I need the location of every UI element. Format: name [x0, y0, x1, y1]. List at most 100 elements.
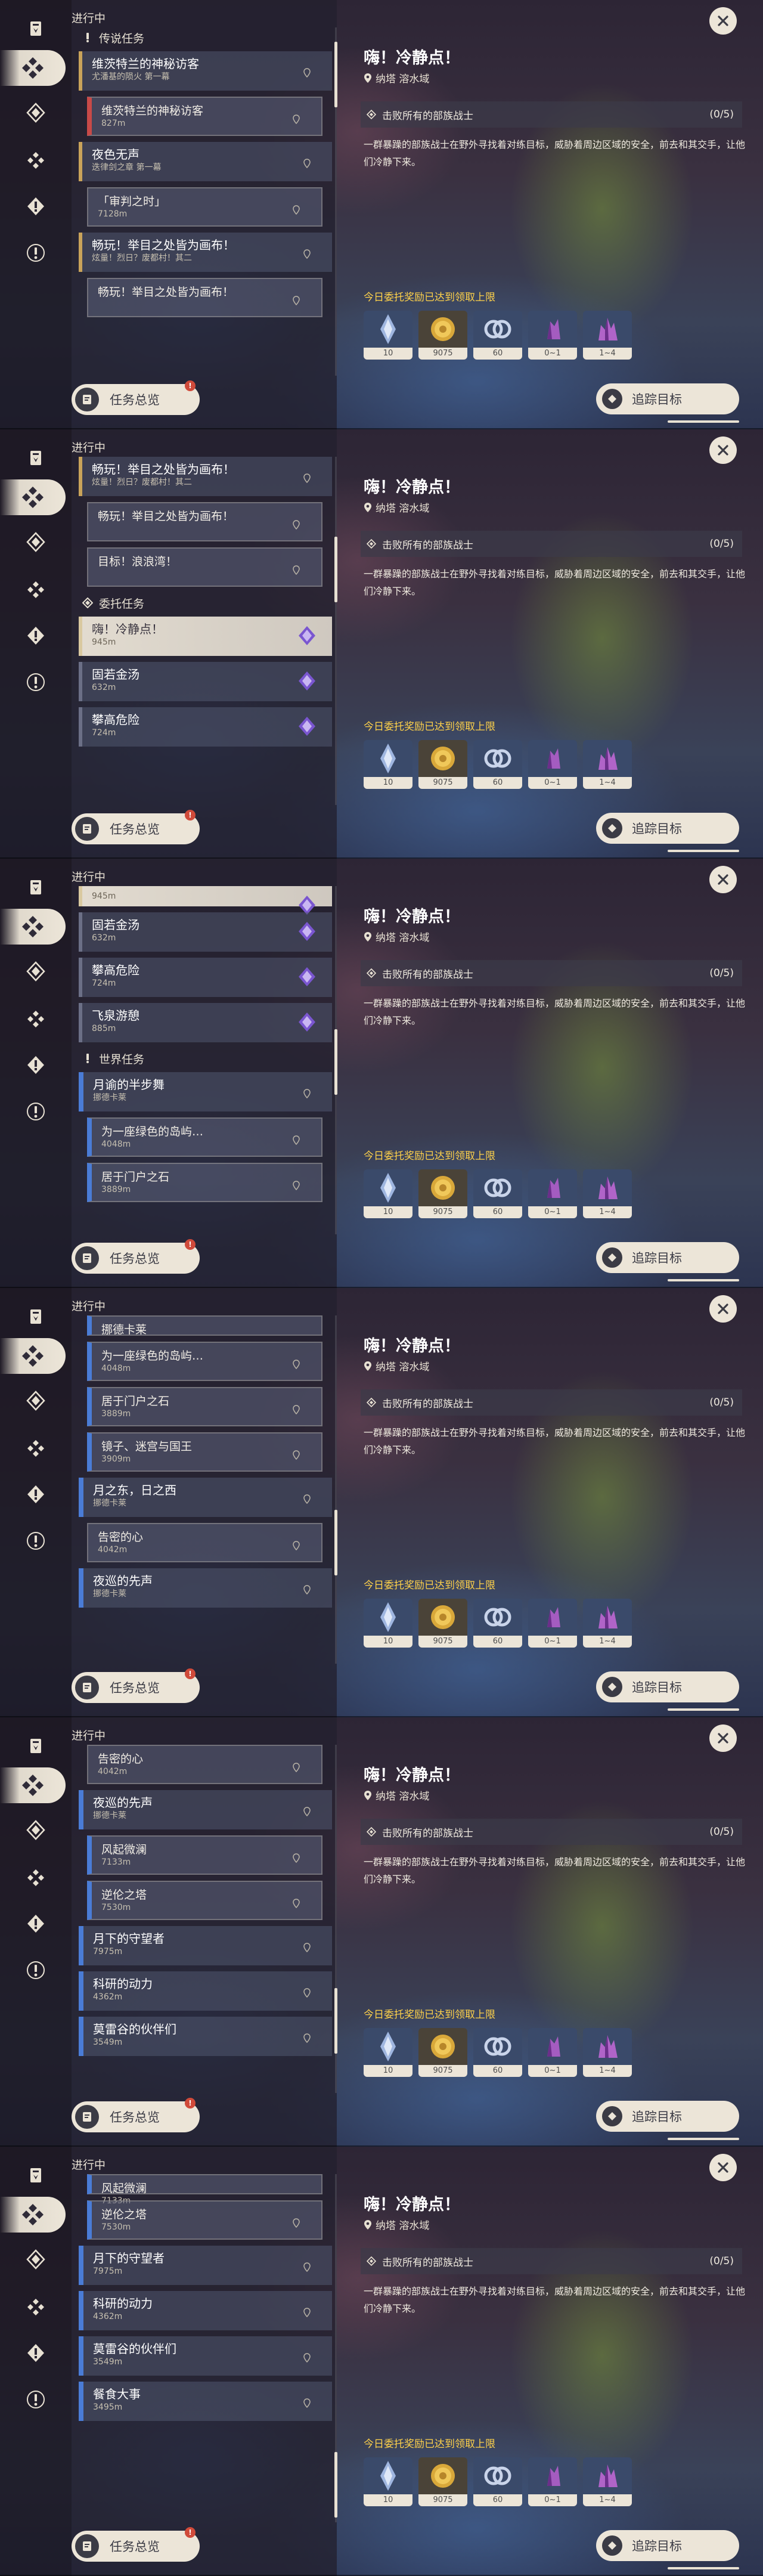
- reward-item[interactable]: 0~1: [528, 740, 577, 789]
- quest-step-item[interactable]: 居于门户之石 3889m: [87, 1163, 322, 1202]
- list-scroll-thumb[interactable]: [334, 537, 337, 603]
- list-scroll-thumb[interactable]: [334, 1029, 337, 1095]
- close-button[interactable]: [709, 1724, 737, 1752]
- list-scrollbar[interactable]: [335, 1315, 337, 1664]
- quest-item[interactable]: 莫雷谷的伙伴们 3549m: [79, 2336, 332, 2376]
- quest-overview-button[interactable]: 任务总览: [72, 2531, 200, 2562]
- reward-item[interactable]: 9075: [418, 2028, 467, 2077]
- quest-list[interactable]: 945m 固若金汤 632m 攀高危险 724m 飞泉游憩 885m 世界任务 月谕的半步舞 挪德…: [72, 886, 337, 1234]
- quest-step-item[interactable]: 告密的心 4042m: [87, 1745, 322, 1784]
- reward-item[interactable]: 10: [364, 2028, 412, 2077]
- reward-item[interactable]: 1~4: [583, 1169, 632, 1218]
- reward-item[interactable]: 10: [364, 1599, 412, 1648]
- quest-item[interactable]: 夜色无声 迭律剑之章 第一幕: [79, 142, 332, 181]
- reward-item[interactable]: 0~1: [528, 311, 577, 360]
- track-target-button[interactable]: 追踪目标: [596, 383, 739, 414]
- rail-story-button[interactable]: [21, 1480, 50, 1509]
- quest-item[interactable]: 莫雷谷的伙伴们 3549m: [79, 2017, 332, 2056]
- close-button[interactable]: [709, 7, 737, 35]
- reward-item[interactable]: 60: [473, 2457, 522, 2506]
- close-button[interactable]: [709, 1295, 737, 1323]
- reward-item[interactable]: 10: [364, 311, 412, 360]
- rail-commission-button[interactable]: [21, 1816, 50, 1844]
- rail-world-button[interactable]: [21, 239, 50, 267]
- rail-all-quests-button[interactable]: [21, 2161, 50, 2190]
- close-button[interactable]: [709, 2154, 737, 2181]
- rail-all-quests-button[interactable]: [21, 1732, 50, 1760]
- quest-step-item[interactable]: 畅玩！举目之处皆为画布！: [87, 278, 322, 317]
- list-scroll-thumb[interactable]: [334, 1988, 337, 2054]
- rail-all-button[interactable]: [0, 2197, 66, 2233]
- reward-item[interactable]: 10: [364, 2457, 412, 2506]
- rail-all-button[interactable]: [0, 1767, 66, 1803]
- quest-step-item[interactable]: 畅玩！举目之处皆为画布！: [87, 502, 322, 541]
- rail-commission-button[interactable]: [21, 1386, 50, 1415]
- reward-item[interactable]: 0~1: [528, 1599, 577, 1648]
- rail-world-button[interactable]: [21, 1956, 50, 1984]
- rail-world-button[interactable]: [21, 1527, 50, 1555]
- quest-item[interactable]: 月谕的半步舞 挪德卡莱: [79, 1072, 332, 1111]
- reward-item[interactable]: 60: [473, 740, 522, 789]
- list-scrollbar[interactable]: [335, 457, 337, 805]
- rail-commission-button[interactable]: [21, 957, 50, 986]
- quest-list[interactable]: 传说任务 维茨特兰的神秘访客 尤潘基的陨火 第一幕 维茨特兰的神秘访客 827m 夜色无声…: [72, 27, 337, 376]
- reward-item[interactable]: 60: [473, 2028, 522, 2077]
- close-button[interactable]: [709, 866, 737, 893]
- rail-story-button[interactable]: [21, 1051, 50, 1079]
- close-button[interactable]: [709, 436, 737, 464]
- rail-all-button[interactable]: [0, 909, 66, 945]
- quest-item[interactable]: 畅玩！举目之处皆为画布！ 炫量！烈日？废都村！其二: [79, 457, 332, 496]
- quest-item[interactable]: 夜巡的先声 挪德卡莱: [79, 1568, 332, 1608]
- quest-item[interactable]: 餐食大事 3495m: [79, 2382, 332, 2421]
- rail-all-quests-button[interactable]: [21, 444, 50, 472]
- quest-item[interactable]: 固若金汤 632m: [79, 912, 332, 952]
- reward-item[interactable]: 1~4: [583, 311, 632, 360]
- rail-daily-button[interactable]: [21, 1005, 50, 1033]
- rail-all-button[interactable]: [0, 479, 66, 515]
- rail-daily-button[interactable]: [21, 2293, 50, 2321]
- rail-daily-button[interactable]: [21, 1434, 50, 1463]
- quest-overview-button[interactable]: 任务总览: [72, 1672, 200, 1703]
- reward-item[interactable]: 1~4: [583, 2028, 632, 2077]
- reward-item[interactable]: 9075: [418, 740, 467, 789]
- quest-item[interactable]: 月下的守望者 7975m: [79, 1926, 332, 1965]
- reward-item[interactable]: 60: [473, 1169, 522, 1218]
- rail-commission-button[interactable]: [21, 98, 50, 127]
- rail-all-quests-button[interactable]: [21, 873, 50, 902]
- quest-item[interactable]: 飞泉游憩 885m: [79, 1003, 332, 1042]
- track-target-button[interactable]: 追踪目标: [596, 1242, 739, 1273]
- quest-item[interactable]: 攀高危险 724m: [79, 707, 332, 747]
- rail-world-button[interactable]: [21, 2385, 50, 2414]
- quest-overview-button[interactable]: 任务总览: [72, 813, 200, 844]
- reward-item[interactable]: 9075: [418, 2457, 467, 2506]
- quest-step-item[interactable]: 逆伦之塔 7530m: [87, 1881, 322, 1920]
- reward-item[interactable]: 0~1: [528, 2028, 577, 2077]
- quest-step-item[interactable]: 为一座绿色的岛屿… 4048m: [87, 1342, 322, 1381]
- quest-step-item[interactable]: 风起微澜7133m: [87, 2174, 322, 2206]
- quest-item[interactable]: 维茨特兰的神秘访客 尤潘基的陨火 第一幕: [79, 51, 332, 91]
- quest-item[interactable]: 月下的守望者 7975m: [79, 2246, 332, 2285]
- reward-item[interactable]: 1~4: [583, 740, 632, 789]
- quest-step-item[interactable]: 告密的心 4042m: [87, 1523, 322, 1562]
- rail-world-button[interactable]: [21, 668, 50, 696]
- track-target-button[interactable]: 追踪目标: [596, 1671, 739, 1702]
- reward-item[interactable]: 10: [364, 1169, 412, 1218]
- reward-item[interactable]: 9075: [418, 1169, 467, 1218]
- reward-item[interactable]: 9075: [418, 311, 467, 360]
- quest-item[interactable]: 夜巡的先声 挪德卡莱: [79, 1790, 332, 1829]
- rail-all-quests-button[interactable]: [21, 14, 50, 43]
- quest-list[interactable]: 畅玩！举目之处皆为画布！ 炫量！烈日？废都村！其二 畅玩！举目之处皆为画布！ 目标！浪…: [72, 457, 337, 805]
- quest-overview-button[interactable]: 任务总览: [72, 384, 200, 415]
- quest-overview-button[interactable]: 任务总览: [72, 2101, 200, 2132]
- rail-story-button[interactable]: [21, 2339, 50, 2367]
- rail-commission-button[interactable]: [21, 2245, 50, 2274]
- list-scroll-thumb[interactable]: [334, 2451, 337, 2518]
- track-target-button[interactable]: 追踪目标: [596, 2530, 739, 2561]
- quest-step-item[interactable]: 逆伦之塔 7530m: [87, 2200, 322, 2240]
- reward-item[interactable]: 0~1: [528, 2457, 577, 2506]
- list-scroll-thumb[interactable]: [334, 1510, 337, 1576]
- quest-item-selected[interactable]: 嗨！冷静点！ 945m: [79, 617, 332, 656]
- reward-item[interactable]: 60: [473, 1599, 522, 1648]
- rail-daily-button[interactable]: [21, 146, 50, 175]
- reward-item[interactable]: 9075: [418, 1599, 467, 1648]
